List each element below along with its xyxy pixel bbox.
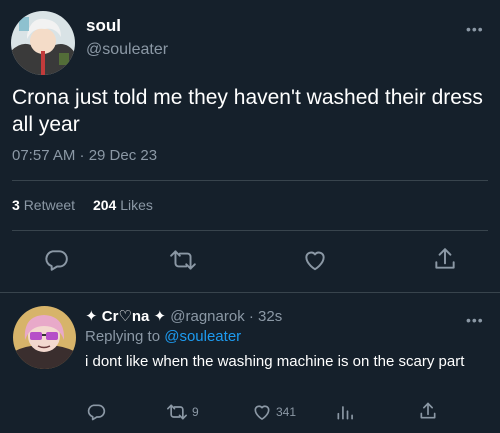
- like-button[interactable]: [302, 247, 328, 273]
- more-dots-icon[interactable]: •••: [466, 22, 484, 36]
- reply-header: ✦ Cr♡na ✦ @ragnarok · 32s: [85, 307, 282, 325]
- share-button[interactable]: [432, 246, 458, 272]
- more-dots-icon[interactable]: •••: [466, 313, 484, 327]
- retweet-label[interactable]: Retweet: [24, 197, 75, 213]
- tweet-timestamp[interactable]: 07:57 AM · 29 Dec 23: [12, 147, 157, 164]
- views-button[interactable]: [335, 402, 355, 422]
- reply-reply-button[interactable]: [86, 402, 106, 422]
- tweet-stats: 3 Retweet 204 Likes: [12, 197, 153, 213]
- heart-icon: [252, 402, 272, 422]
- heart-icon: [302, 247, 328, 273]
- reply-like-count: 341: [276, 405, 297, 419]
- reply-icon: [86, 402, 106, 422]
- retweet-button[interactable]: [169, 247, 197, 273]
- reply-text: i dont like when the washing machine is …: [85, 353, 465, 370]
- replying-to-handle[interactable]: @souleater: [164, 328, 241, 345]
- reply-retweet-count: 9: [192, 405, 199, 419]
- like-label[interactable]: Likes: [120, 197, 153, 213]
- divider: [12, 180, 488, 181]
- reply-button[interactable]: [43, 247, 69, 273]
- retweet-icon: [166, 402, 188, 422]
- reply-share-button[interactable]: [418, 401, 438, 421]
- reply-handle[interactable]: @ragnarok: [170, 308, 244, 325]
- share-icon: [432, 246, 458, 272]
- retweet-count[interactable]: 3: [12, 197, 20, 213]
- tweet-text: Crona just told me they haven't washed t…: [12, 86, 483, 136]
- reply-display-name[interactable]: ✦ Cr♡na ✦: [85, 308, 166, 325]
- reply-avatar[interactable]: [13, 306, 76, 369]
- replying-to: Replying to @souleater: [85, 328, 241, 345]
- share-icon: [418, 401, 438, 421]
- like-count[interactable]: 204: [93, 197, 116, 213]
- display-name[interactable]: soul: [86, 16, 121, 36]
- replying-to-label: Replying to: [85, 328, 161, 345]
- reply-icon: [43, 247, 69, 273]
- reply-time[interactable]: · 32s: [249, 308, 282, 325]
- divider: [12, 230, 488, 231]
- avatar[interactable]: [11, 11, 75, 75]
- reply-like-button[interactable]: 341: [252, 402, 296, 422]
- divider: [0, 292, 500, 293]
- retweet-icon: [169, 247, 197, 273]
- reply-retweet-button[interactable]: 9: [166, 402, 199, 422]
- views-icon: [335, 402, 355, 422]
- user-handle[interactable]: @souleater: [86, 41, 168, 59]
- main-tweet: soul @souleater ••• Crona just told me t…: [0, 0, 500, 293]
